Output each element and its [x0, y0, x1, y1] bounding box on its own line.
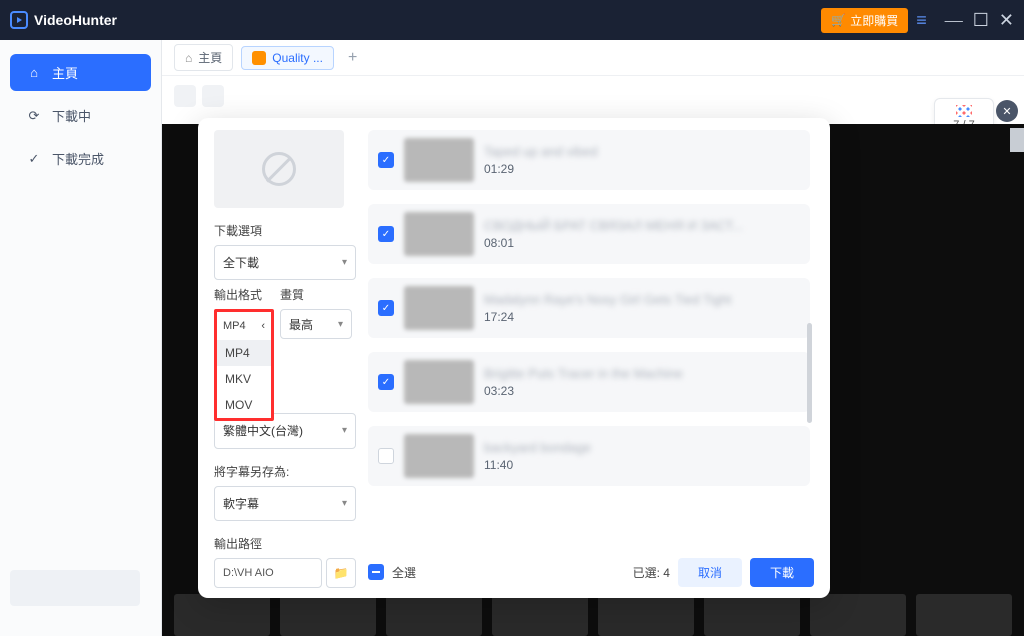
item-checkbox[interactable]: ✓ — [378, 374, 394, 390]
options-panel: 下載選項 全下載 ▾ 輸出格式 畫質 MP4 ‹ MP4 MKV MOV — [214, 130, 356, 588]
item-duration: 08:01 — [484, 236, 800, 250]
preview-thumbnail — [214, 130, 344, 208]
modal-footer: 全選 已選: 4 取消 下載 — [368, 548, 814, 588]
item-title: Brigitte Puts Tracer in the Machine — [484, 366, 800, 381]
results-list: ✓ Taped up and vibed 01:29 ✓ СВОДНЫЙ БРАТ СВ… — [368, 130, 814, 548]
title-bar: VideoHunter 🛒 立即購買 ≡ — ☐ ✕ — [0, 0, 1024, 40]
list-item: backyard bondage 11:40 — [368, 426, 810, 486]
menu-icon[interactable]: ≡ — [916, 10, 927, 31]
chevron-down-icon: ▾ — [342, 498, 347, 509]
item-title: Madalynn Raye's Nosy Girl Gets Tied Tigh… — [484, 292, 800, 307]
minimize-button[interactable]: — — [945, 10, 963, 31]
item-thumbnail — [404, 286, 474, 330]
output-path-label: 輸出路徑 — [214, 535, 356, 552]
item-thumbnail — [404, 212, 474, 256]
app-name: VideoHunter — [34, 12, 117, 28]
format-label: 輸出格式 — [214, 286, 274, 303]
item-duration: 17:24 — [484, 310, 800, 324]
cart-icon: 🛒 — [831, 13, 846, 27]
close-button[interactable]: ✕ — [999, 10, 1014, 31]
modal-overlay: 下載選項 全下載 ▾ 輸出格式 畫質 MP4 ‹ MP4 MKV MOV — [0, 40, 1024, 636]
format-option-mkv[interactable]: MKV — [217, 366, 271, 392]
list-item: ✓ Taped up and vibed 01:29 — [368, 130, 810, 190]
format-select-open: MP4 ‹ MP4 MKV MOV — [214, 309, 274, 421]
chevron-down-icon: ▾ — [342, 257, 347, 268]
item-checkbox[interactable]: ✓ — [378, 226, 394, 242]
quality-select[interactable]: 最高 ▾ — [280, 309, 352, 339]
select-value: 繁體中文(台灣) — [223, 422, 303, 439]
item-thumbnail — [404, 434, 474, 478]
subtitle-select[interactable]: 軟字幕 ▾ — [214, 486, 356, 521]
format-option-mp4[interactable]: MP4 — [217, 340, 271, 366]
select-value: MP4 — [223, 320, 246, 332]
format-select[interactable]: MP4 ‹ — [217, 312, 271, 340]
list-item: ✓ Madalynn Raye's Nosy Girl Gets Tied Tig… — [368, 278, 810, 338]
app-logo: VideoHunter — [10, 11, 117, 29]
select-value: 最高 — [289, 316, 313, 333]
selected-count: 已選: 4 — [633, 564, 670, 581]
item-duration: 01:29 — [484, 162, 800, 176]
item-duration: 11:40 — [484, 458, 800, 472]
download-option-select[interactable]: 全下載 ▾ — [214, 245, 356, 280]
output-path-input[interactable]: D:\VH AIO — [214, 558, 322, 588]
browse-folder-button[interactable]: 📁 — [326, 558, 356, 588]
chevron-down-icon: ▾ — [342, 425, 347, 436]
item-thumbnail — [404, 360, 474, 404]
item-checkbox[interactable]: ✓ — [378, 152, 394, 168]
quality-label: 畫質 — [280, 286, 304, 303]
download-button[interactable]: 下載 — [750, 558, 814, 587]
item-thumbnail — [404, 138, 474, 182]
select-all-label: 全選 — [392, 564, 416, 581]
item-checkbox[interactable] — [378, 448, 394, 464]
cancel-button[interactable]: 取消 — [678, 558, 742, 587]
item-checkbox[interactable]: ✓ — [378, 300, 394, 316]
format-option-mov[interactable]: MOV — [217, 392, 271, 418]
item-duration: 03:23 — [484, 384, 800, 398]
item-title: СВОДНЫЙ БРАТ СВЯЗАЛ МЕНЯ И ЗАСТ... — [484, 218, 800, 233]
buy-button[interactable]: 🛒 立即購買 — [821, 8, 908, 33]
list-item: ✓ Brigitte Puts Tracer in the Machine 03:2… — [368, 352, 810, 412]
folder-icon: 📁 — [334, 566, 349, 580]
list-item: ✓ СВОДНЫЙ БРАТ СВЯЗАЛ МЕНЯ И ЗАСТ... 08:01 — [368, 204, 810, 264]
subtitle-save-label: 將字幕另存為: — [214, 463, 356, 480]
results-panel: ✓ Taped up and vibed 01:29 ✓ СВОДНЫЙ БРАТ СВ… — [368, 130, 814, 588]
select-all-checkbox[interactable] — [368, 564, 384, 580]
logo-icon — [10, 11, 28, 29]
chevron-left-icon: ‹ — [261, 320, 265, 332]
list-scrollbar[interactable] — [807, 323, 812, 423]
select-value: 軟字幕 — [223, 495, 259, 512]
maximize-button[interactable]: ☐ — [973, 10, 989, 31]
chevron-down-icon: ▾ — [338, 319, 343, 330]
download-option-label: 下載選項 — [214, 222, 356, 239]
item-title: Taped up and vibed — [484, 144, 800, 159]
select-value: 全下載 — [223, 254, 259, 271]
buy-label: 立即購買 — [850, 12, 898, 29]
no-preview-icon — [262, 152, 296, 186]
item-title: backyard bondage — [484, 440, 800, 455]
download-options-modal: 下載選項 全下載 ▾ 輸出格式 畫質 MP4 ‹ MP4 MKV MOV — [198, 118, 830, 598]
